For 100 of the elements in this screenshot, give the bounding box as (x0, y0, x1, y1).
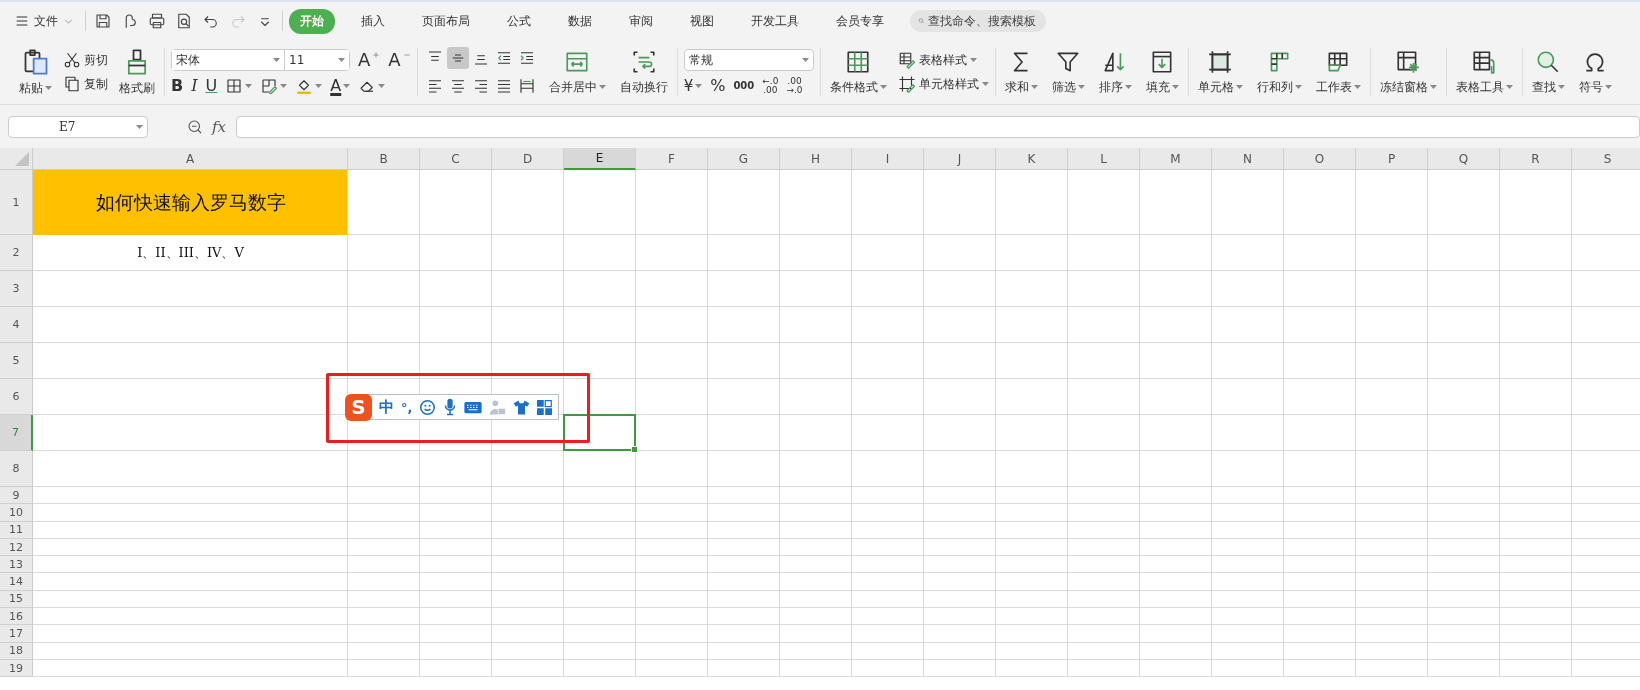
ribbon-button[interactable]: 单元格 (1194, 46, 1246, 98)
distribute-icon (517, 77, 536, 95)
function-label[interactable]: fx (212, 117, 226, 136)
column-header[interactable]: C (420, 148, 492, 170)
ribbon-button[interactable]: 填充 (1142, 46, 1182, 98)
column-header[interactable]: L (1068, 148, 1140, 170)
row-header[interactable]: 17 (0, 625, 33, 643)
fill-handle[interactable] (631, 446, 638, 453)
column-header[interactable]: O (1284, 148, 1356, 170)
language-mode-toggle[interactable]: 中 (379, 397, 394, 417)
punctuation-toggle[interactable]: °, (401, 399, 413, 415)
increase-decimal-button[interactable]: ←.0 .00 (762, 77, 779, 95)
column-header[interactable]: J (924, 148, 996, 170)
decrease-font-button[interactable]: A (388, 51, 411, 69)
smiley-icon[interactable] (419, 398, 437, 416)
ribbon-button[interactable]: 行和列 (1253, 46, 1305, 98)
ribbon-button[interactable]: 冻结窗格 (1376, 46, 1440, 98)
save-icon (94, 12, 112, 30)
ribbon-tab[interactable]: 数据 (557, 8, 603, 34)
column-header[interactable]: H (780, 148, 852, 170)
column-header[interactable]: D (492, 148, 564, 170)
paste-button[interactable]: 粘贴 (16, 45, 55, 99)
cell-format-button[interactable] (260, 77, 288, 95)
caret-icon (1429, 85, 1437, 89)
column-header[interactable]: F (636, 148, 708, 170)
font-color-button[interactable]: A (330, 78, 351, 94)
table-style-button[interactable]: 表格样式 (897, 51, 989, 69)
column-header[interactable]: K (996, 148, 1068, 170)
italic-button[interactable]: I (191, 78, 198, 94)
ribbon-tab[interactable]: 插入 (350, 8, 396, 34)
ribbon-button[interactable]: 工作表 (1312, 46, 1364, 98)
thousands-button[interactable]: 000 (733, 81, 755, 91)
ribbon-tab[interactable]: 开发工具 (740, 8, 810, 34)
ribbon-button[interactable]: 查找 (1528, 46, 1568, 98)
ribbon-tab[interactable]: 页面布局 (411, 8, 481, 34)
column-header[interactable]: Q (1428, 148, 1500, 170)
ribbon-tab[interactable]: 视图 (679, 8, 725, 34)
increase-font-button[interactable]: A (358, 51, 381, 69)
underline-button[interactable]: U (205, 78, 218, 94)
shirt-icon[interactable] (513, 398, 531, 416)
wrap-text-icon (630, 48, 657, 75)
minus-icon (402, 51, 411, 59)
fill-color-button[interactable] (295, 77, 323, 95)
conditional-format-button[interactable]: 条件格式 (826, 46, 890, 98)
ribbon-tab[interactable]: 审阅 (618, 8, 664, 34)
ribbon-button[interactable]: 符号 (1575, 46, 1615, 98)
row-header[interactable]: 3 (0, 271, 33, 307)
caret-icon (343, 84, 351, 88)
caret-icon (1124, 85, 1132, 89)
row-header[interactable]: 6 (0, 379, 33, 415)
row-header[interactable]: 1 (0, 170, 33, 235)
format-painter-button[interactable]: 格式刷 (116, 45, 158, 99)
microphone-icon[interactable] (443, 398, 458, 416)
cell-style-button[interactable]: 单元格样式 (897, 75, 989, 93)
percent-button[interactable]: % (710, 78, 726, 94)
ribbon-tab[interactable]: 公式 (496, 8, 542, 34)
column-header[interactable]: M (1140, 148, 1212, 170)
row-header[interactable]: 10 (0, 504, 33, 522)
cut-button[interactable]: 剪切 (63, 51, 108, 69)
ribbon-button[interactable]: 表格工具 (1452, 46, 1516, 98)
column-header[interactable]: A (33, 148, 348, 170)
column-header[interactable]: P (1356, 148, 1428, 170)
paint-bucket-icon (295, 77, 314, 95)
row-header[interactable]: 2 (0, 235, 33, 271)
bold-button[interactable]: B (171, 78, 184, 94)
row-header[interactable]: 16 (0, 608, 33, 626)
input-method-logo[interactable]: S (345, 393, 372, 421)
file-menu[interactable]: 文件 (10, 10, 79, 32)
column-header[interactable]: E (564, 148, 636, 170)
number-format-select[interactable]: 常规 (683, 49, 814, 71)
row-header[interactable]: 13 (0, 556, 33, 574)
ribbon-button[interactable]: 求和 (1001, 46, 1041, 98)
grid-icon[interactable] (537, 399, 553, 415)
row-header[interactable]: 14 (0, 573, 33, 591)
ribbon-tab[interactable]: 会员专享 (825, 8, 895, 34)
wrap-text-button[interactable]: 自动换行 (616, 46, 671, 98)
column-header[interactable]: S (1572, 148, 1640, 170)
row-header[interactable]: 8 (0, 451, 33, 487)
column-header[interactable]: G (708, 148, 780, 170)
currency-button[interactable]: ¥ (683, 78, 703, 94)
name-box[interactable]: E7 (8, 115, 148, 138)
decrease-decimal-button[interactable]: .00 →.0 (786, 77, 803, 95)
zoom-button[interactable] (186, 117, 204, 136)
row-header[interactable]: 5 (0, 343, 33, 379)
column-header[interactable]: N (1212, 148, 1284, 170)
copy-button[interactable]: 复制 (63, 75, 108, 93)
scissors-icon (63, 51, 81, 69)
formula-input[interactable] (236, 115, 1640, 138)
caret-icon (969, 58, 977, 62)
merge-center-button[interactable]: 合并居中 (545, 46, 609, 98)
ribbon-button[interactable]: 筛选 (1048, 46, 1088, 98)
row-header[interactable]: 4 (0, 307, 33, 343)
ribbon-button[interactable]: 排序 (1095, 46, 1135, 98)
row-header[interactable]: 9 (0, 487, 33, 505)
column-header[interactable]: I (852, 148, 924, 170)
column-header[interactable]: B (348, 148, 420, 170)
keyboard-icon[interactable] (464, 400, 483, 414)
borders-button[interactable] (225, 77, 253, 95)
column-header[interactable]: R (1500, 148, 1572, 170)
search-field[interactable]: 查找命令、搜索模板 (910, 10, 1046, 32)
